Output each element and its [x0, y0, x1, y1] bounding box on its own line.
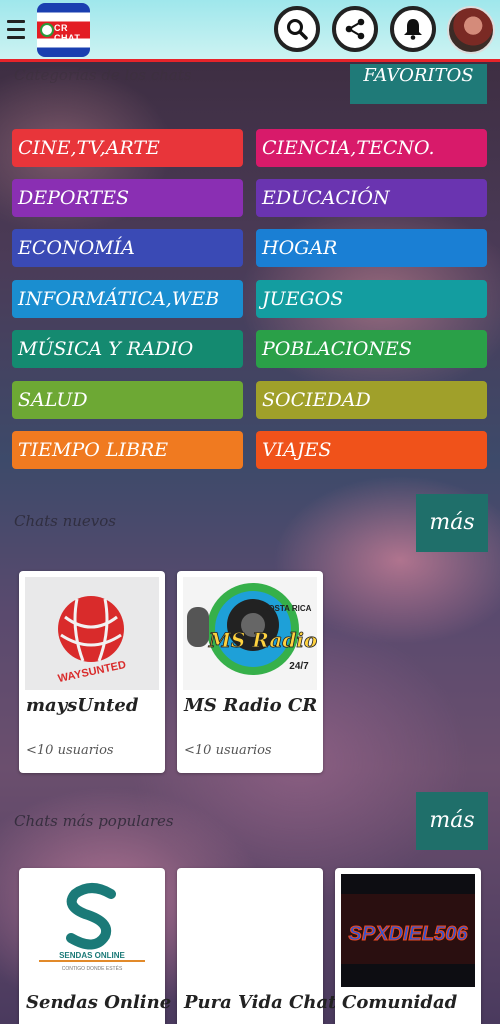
logo-badge-icon — [40, 23, 54, 37]
search-icon — [287, 19, 308, 40]
category-educacion[interactable]: EDUCACIÓN — [256, 179, 487, 217]
card-logo-text: SPXDIEL506 — [349, 923, 469, 945]
chat-card-title: Pura Vida Chat — [184, 992, 337, 1013]
chat-card-comunidad[interactable]: SPXDIEL506 Comunidad — [335, 868, 481, 1024]
globe-logo-icon: WAYSUNTED — [57, 596, 127, 685]
card-logo-text: MS Radio — [208, 628, 317, 652]
category-musica-radio[interactable]: MÚSICA Y RADIO — [12, 330, 243, 368]
card-logo-text: WAYSUNTED — [57, 659, 127, 685]
new-chats-more-button[interactable]: más — [416, 494, 488, 552]
categories-section-title: Categorías de los chats — [14, 66, 192, 84]
card-logo-subtext: COSTA RICA — [263, 604, 312, 613]
category-economia[interactable]: ECONOMÍA — [12, 229, 243, 267]
category-tiempo-libre[interactable]: TIEMPO LIBRE — [12, 431, 243, 469]
category-deportes[interactable]: DEPORTES — [12, 179, 243, 217]
card-logo-text: SENDAS ONLINE — [59, 951, 125, 960]
card-logo-subtext: CONTIGO DONDE ESTÉS — [62, 965, 123, 972]
chat-card-users: <10 usuarios — [26, 743, 114, 758]
app-logo[interactable]: CR CHAT — [37, 3, 90, 57]
chat-card-title: Sendas Online — [26, 992, 172, 1013]
popular-chats-title: Chats más populares — [14, 812, 174, 830]
category-sociedad[interactable]: SOCIEDAD — [256, 381, 487, 419]
category-juegos[interactable]: JUEGOS — [256, 280, 487, 318]
category-informatica-web[interactable]: INFORMÁTICA,WEB — [12, 280, 243, 318]
search-button[interactable] — [274, 6, 320, 52]
chat-card-image: SENDAS ONLINE CONTIGO DONDE ESTÉS — [25, 874, 159, 987]
chat-card-image — [183, 874, 317, 987]
menu-icon[interactable] — [7, 20, 25, 40]
share-icon — [345, 18, 365, 40]
sendas-logo-icon: SENDAS ONLINE CONTIGO DONDE ESTÉS — [39, 883, 145, 972]
user-avatar[interactable] — [447, 6, 495, 54]
category-viajes[interactable]: VIAJES — [256, 431, 487, 469]
chat-card-users: <10 usuarios — [184, 743, 272, 758]
card-logo-badge: 24/7 — [289, 661, 309, 672]
category-cine-tv-arte[interactable]: CINE,TV,ARTE — [12, 129, 243, 167]
notifications-button[interactable] — [390, 6, 436, 52]
bell-icon — [404, 19, 422, 40]
chat-card-image: MS Radio COSTA RICA 24/7 — [183, 577, 317, 690]
category-hogar[interactable]: HOGAR — [256, 229, 487, 267]
spxdiel-logo-icon: SPXDIEL506 — [341, 894, 475, 964]
category-salud[interactable]: SALUD — [12, 381, 243, 419]
popular-chats-more-button[interactable]: más — [416, 792, 488, 850]
top-app-bar: CR CHAT — [0, 0, 500, 62]
logo-text: CR CHAT — [54, 23, 81, 43]
radio-logo-icon: MS Radio COSTA RICA 24/7 — [187, 583, 317, 675]
new-chats-title: Chats nuevos — [14, 512, 116, 530]
chat-card-ms-radio[interactable]: MS Radio COSTA RICA 24/7 MS Radio CR <10… — [177, 571, 323, 773]
chat-card-image: WAYSUNTED — [25, 577, 159, 690]
chat-card-title: MS Radio CR — [184, 695, 318, 716]
chat-card-pura-vida[interactable]: Pura Vida Chat — [177, 868, 336, 1024]
chat-card-title: Comunidad — [342, 992, 458, 1013]
chat-card-image: SPXDIEL506 — [341, 874, 475, 987]
category-poblaciones[interactable]: POBLACIONES — [256, 330, 487, 368]
chat-card-title: maysUnted — [26, 695, 139, 716]
chat-card-waysunted[interactable]: WAYSUNTED maysUnted <10 usuarios — [19, 571, 165, 773]
share-button[interactable] — [332, 6, 378, 52]
category-ciencia-tecno[interactable]: CIENCIA,TECNO. — [256, 129, 487, 167]
chat-card-sendas-online[interactable]: SENDAS ONLINE CONTIGO DONDE ESTÉS Sendas… — [19, 868, 171, 1024]
favorites-button[interactable]: FAVORITOS — [350, 64, 487, 104]
